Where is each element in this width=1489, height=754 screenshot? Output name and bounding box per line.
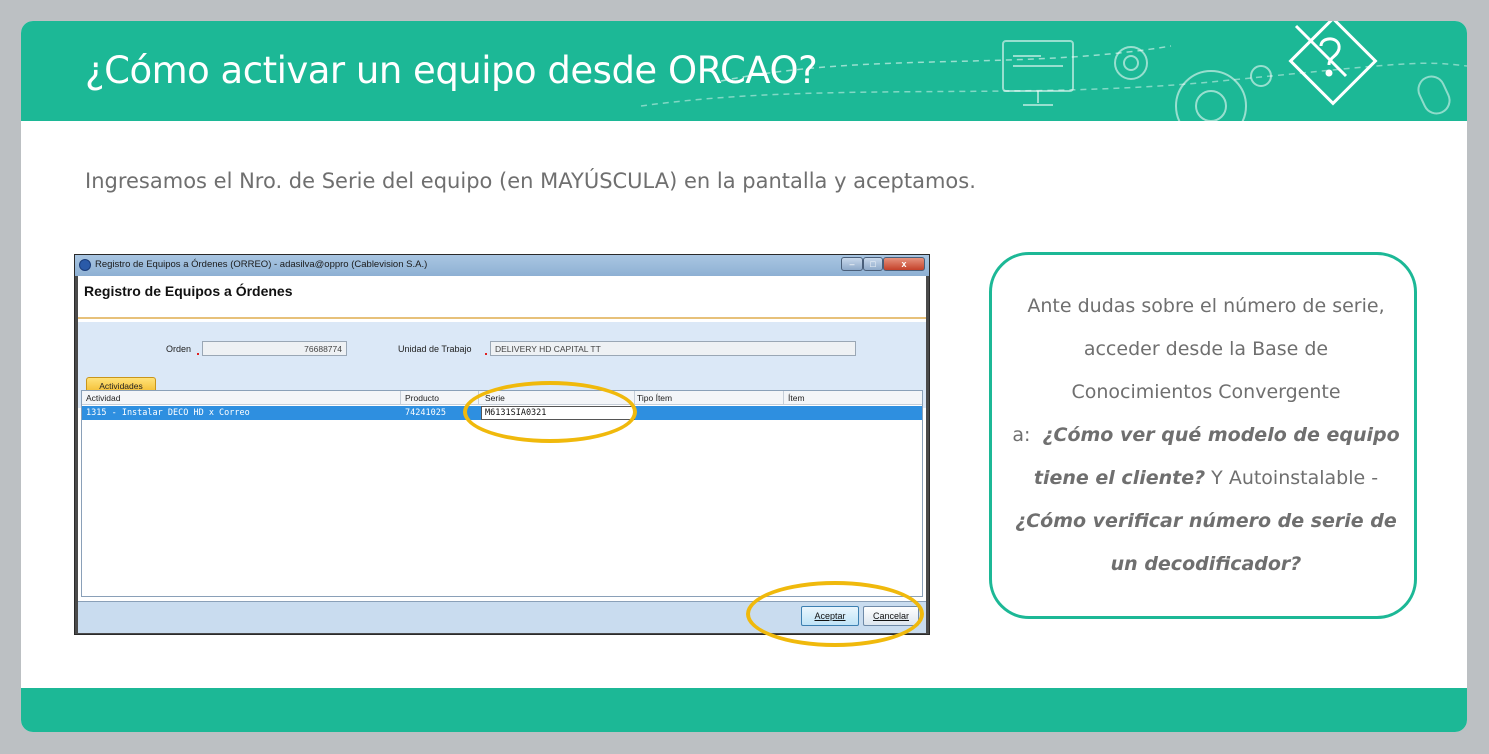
monitor-icon bbox=[1002, 40, 1074, 106]
callout-line: Ante dudas sobre el número de serie, bbox=[1027, 295, 1385, 317]
slide: ¿Cómo activar un equipo desde ORCAO? Ing… bbox=[21, 21, 1467, 732]
minimize-button[interactable]: – bbox=[841, 257, 863, 271]
callout-line: un decodificador? bbox=[1012, 543, 1400, 586]
callout-line: acceder desde la Base de bbox=[1083, 338, 1329, 360]
close-button[interactable]: x bbox=[883, 257, 925, 271]
cell-actividad: 1315 - Instalar DECO HD x Correo bbox=[86, 408, 250, 418]
column-header[interactable]: Ítem bbox=[788, 393, 805, 403]
callout-line: Conocimientos Convergente bbox=[1071, 381, 1341, 403]
unidad-trabajo-label: Unidad de Trabajo bbox=[398, 344, 472, 354]
callout-line: a: ¿Cómo ver qué modelo de equipo bbox=[1012, 414, 1400, 457]
form-header-band: Orden 76688774 Unidad de Trabajo DELIVER… bbox=[78, 322, 926, 388]
form-separator bbox=[78, 317, 926, 319]
window-title: Registro de Equipos a Órdenes (ORREO) - … bbox=[95, 259, 428, 270]
maximize-button[interactable]: □ bbox=[863, 257, 883, 271]
kb-link-modelo: ¿Cómo ver qué modelo de equipo bbox=[1042, 424, 1400, 446]
serie-highlight-ellipse bbox=[463, 381, 637, 443]
callout-line: tiene el cliente? Y Autoinstalable - bbox=[1012, 457, 1400, 500]
app-window: Registro de Equipos a Órdenes (ORREO) - … bbox=[74, 254, 930, 635]
required-marker bbox=[197, 353, 199, 355]
column-divider bbox=[400, 391, 401, 405]
orden-field[interactable]: 76688774 bbox=[202, 341, 347, 356]
app-icon bbox=[79, 259, 91, 271]
footer-bar bbox=[21, 688, 1467, 732]
callout-text: Ante dudas sobre el número de serie, acc… bbox=[1012, 285, 1400, 586]
column-header[interactable]: Tipo Ítem bbox=[637, 393, 672, 403]
page-title: ¿Cómo activar un equipo desde ORCAO? bbox=[85, 49, 818, 92]
form-title: Registro de Equipos a Órdenes bbox=[84, 283, 293, 299]
column-divider bbox=[634, 391, 635, 405]
mouse-icon bbox=[1417, 75, 1451, 115]
window-body: Registro de Equipos a Órdenes Orden 7668… bbox=[78, 276, 926, 633]
pencil-help-icon bbox=[1288, 21, 1378, 106]
header-bar: ¿Cómo activar un equipo desde ORCAO? bbox=[21, 21, 1467, 121]
callout-line: ¿Cómo verificar número de serie de bbox=[1012, 500, 1400, 543]
cell-producto: 74241025 bbox=[405, 408, 446, 418]
callout-prefix: a: bbox=[1012, 424, 1031, 446]
intro-text: Ingresamos el Nro. de Serie del equipo (… bbox=[85, 169, 976, 193]
kb-link-verificar: ¿Cómo verificar número de serie de bbox=[1015, 510, 1397, 532]
kb-link-modelo-cont: tiene el cliente? bbox=[1033, 467, 1206, 489]
column-header[interactable]: Producto bbox=[405, 393, 439, 403]
column-header[interactable]: Actividad bbox=[86, 393, 121, 403]
required-marker bbox=[485, 353, 487, 355]
column-divider bbox=[783, 391, 784, 405]
window-titlebar: Registro de Equipos a Órdenes (ORREO) - … bbox=[75, 255, 929, 276]
callout-rest: Y Autoinstalable - bbox=[1211, 467, 1379, 489]
unidad-trabajo-field[interactable]: DELIVERY HD CAPITAL TT bbox=[490, 341, 856, 356]
callout-box: Ante dudas sobre el número de serie, acc… bbox=[989, 252, 1417, 619]
kb-link-verificar-cont: un decodificador? bbox=[1110, 553, 1302, 575]
orden-label: Orden bbox=[166, 344, 192, 354]
buttons-highlight-ellipse bbox=[746, 581, 924, 647]
